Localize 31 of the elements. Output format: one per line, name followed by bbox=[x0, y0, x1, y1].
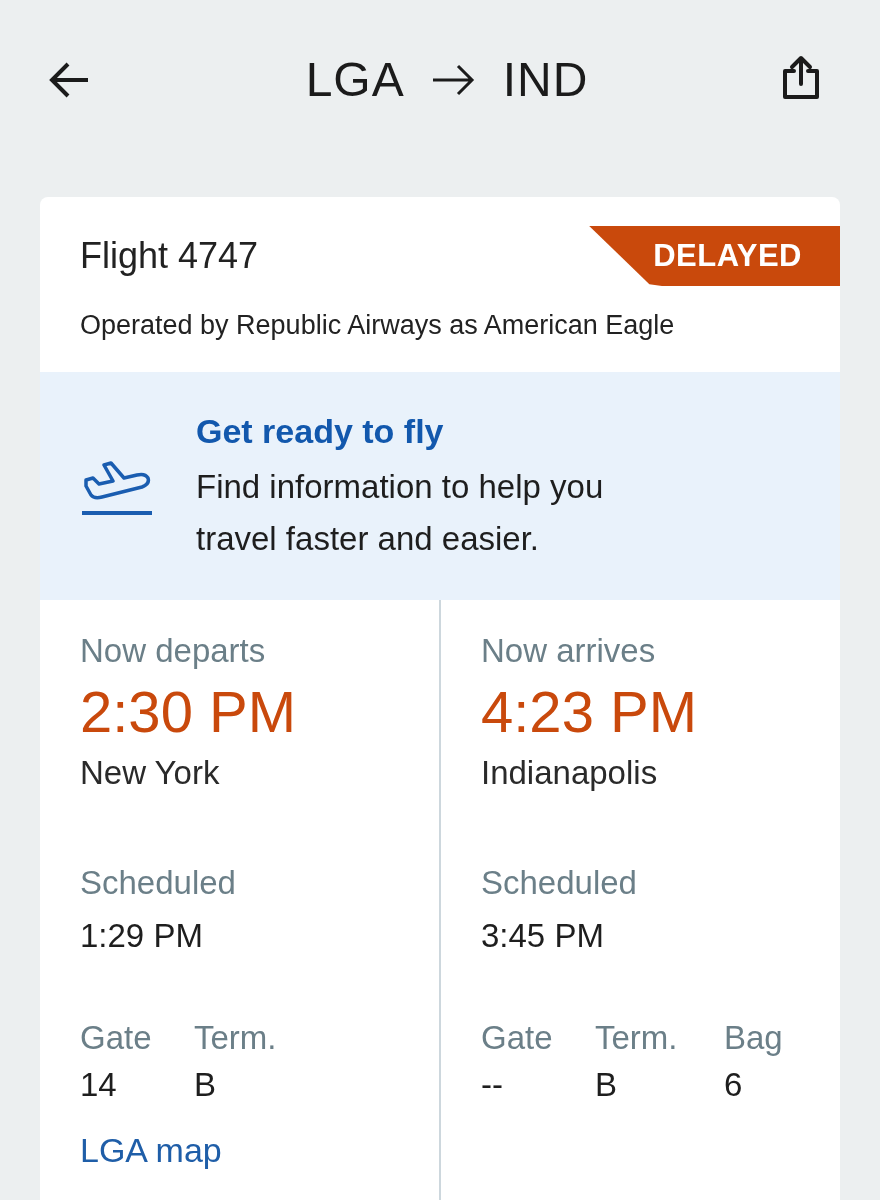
share-icon[interactable] bbox=[780, 54, 822, 100]
airport-map-link[interactable]: LGA map bbox=[80, 1128, 222, 1172]
destination-code: IND bbox=[502, 52, 589, 108]
detail-label: Bag bbox=[724, 1018, 783, 1058]
operator-text: Operated by Republic Airways as American Eagle bbox=[80, 309, 676, 342]
detail-label: Gate bbox=[481, 1018, 553, 1058]
scheduled-label: Scheduled bbox=[481, 863, 637, 903]
city-name: Indianapolis bbox=[481, 753, 658, 793]
scheduled-time: 1:29 PM bbox=[80, 916, 203, 956]
scheduled-time: 3:45 PM bbox=[481, 916, 604, 956]
detail-label: Term. bbox=[595, 1018, 678, 1058]
detail-value: 6 bbox=[724, 1065, 743, 1105]
promo-title: Get ready to fly bbox=[196, 411, 445, 452]
leg-label: Now arrives bbox=[481, 631, 656, 671]
detail-value: 14 bbox=[80, 1065, 117, 1105]
status-badge: DELAYED bbox=[589, 226, 840, 286]
detail-value: B bbox=[595, 1065, 617, 1105]
estimated-time: 2:30 PM bbox=[80, 679, 296, 745]
detail-value: B bbox=[194, 1065, 216, 1105]
arrow-right-icon bbox=[432, 64, 475, 96]
leg-label: Now departs bbox=[80, 631, 266, 671]
promo-banner[interactable]: Get ready to fly Find information to help you travel faster and easier. bbox=[40, 372, 840, 600]
scheduled-label: Scheduled bbox=[80, 863, 236, 903]
detail-value: -- bbox=[481, 1065, 503, 1105]
detail-label: Gate bbox=[80, 1018, 152, 1058]
city-name: New York bbox=[80, 753, 220, 793]
detail-label: Term. bbox=[194, 1018, 277, 1058]
origin-code: LGA bbox=[305, 52, 405, 108]
estimated-time: 4:23 PM bbox=[481, 679, 697, 745]
promo-description: Find information to help you travel faster and easier. bbox=[196, 467, 605, 559]
flight-number: Flight 4747 bbox=[80, 234, 259, 278]
